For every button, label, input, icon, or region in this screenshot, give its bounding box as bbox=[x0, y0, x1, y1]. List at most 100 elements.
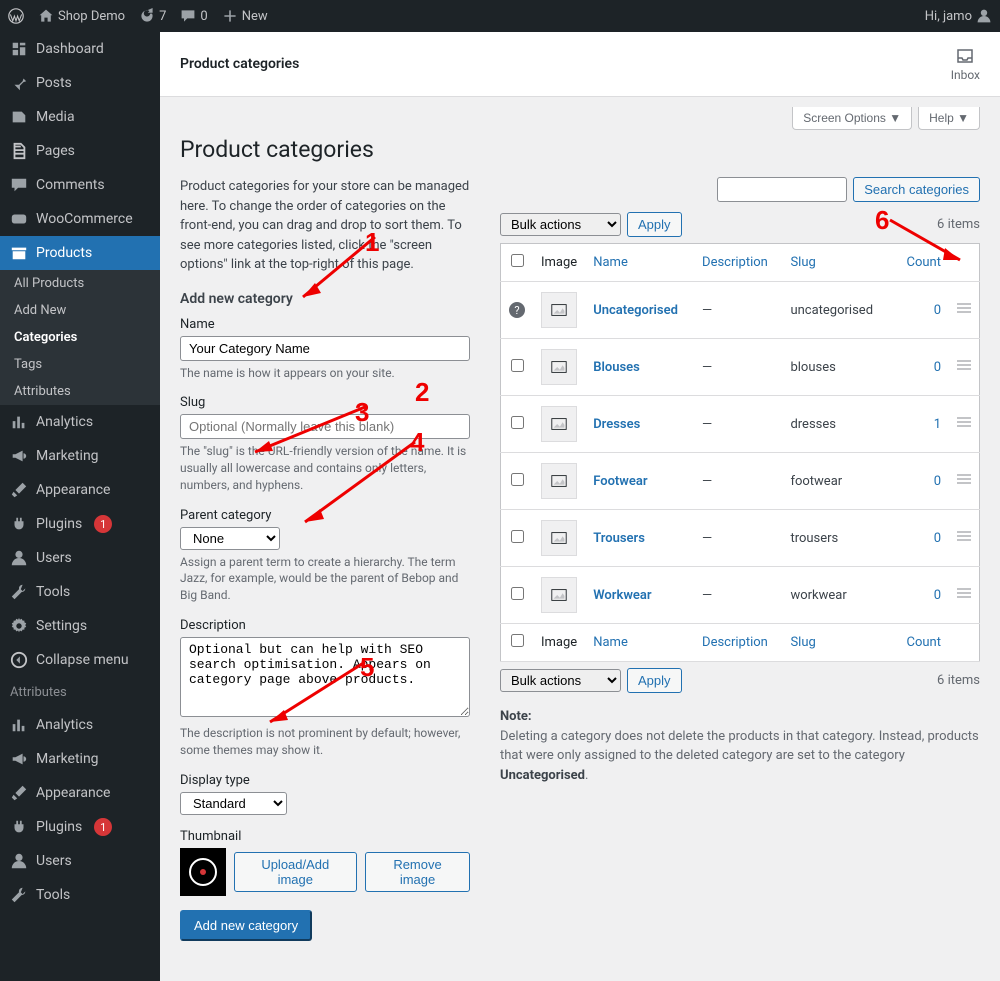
row-checkbox[interactable] bbox=[511, 530, 524, 543]
sidebar-item-tools[interactable]: Tools bbox=[0, 878, 160, 912]
site-link[interactable]: Shop Demo bbox=[38, 8, 125, 24]
sidebar-subitem-categories[interactable]: Categories bbox=[0, 324, 160, 351]
apply-button-bottom[interactable]: Apply bbox=[627, 668, 682, 693]
search-categories-button[interactable]: Search categories bbox=[853, 177, 980, 202]
category-name-link[interactable]: Workwear bbox=[593, 588, 651, 603]
display-type-select[interactable]: Standard bbox=[180, 792, 287, 815]
sidebar-item-analytics[interactable]: Analytics bbox=[0, 708, 160, 742]
category-count-link[interactable]: 1 bbox=[934, 417, 941, 432]
drag-handle-icon[interactable] bbox=[957, 415, 971, 429]
comments-link[interactable]: 0 bbox=[180, 8, 207, 24]
sidebar-item-appearance[interactable]: Appearance bbox=[0, 776, 160, 810]
sidebar-item-plugins[interactable]: Plugins1 bbox=[0, 810, 160, 844]
sidebar-item-label: Users bbox=[36, 853, 72, 869]
col-count[interactable]: Count bbox=[889, 244, 949, 282]
help-toggle[interactable]: Help ▼ bbox=[918, 107, 980, 130]
woo-icon bbox=[10, 210, 28, 228]
col-name[interactable]: Name bbox=[585, 244, 694, 282]
remove-image-button[interactable]: Remove image bbox=[365, 852, 470, 892]
category-name-link[interactable]: Footwear bbox=[593, 474, 647, 489]
sidebar-item-posts[interactable]: Posts bbox=[0, 66, 160, 100]
category-slug: footwear bbox=[782, 453, 889, 510]
sidebar-item-tools[interactable]: Tools bbox=[0, 575, 160, 609]
search-input[interactable] bbox=[717, 177, 847, 202]
slug-input[interactable] bbox=[180, 414, 470, 439]
category-name-link[interactable]: Dresses bbox=[593, 417, 640, 432]
screen-options-toggle[interactable]: Screen Options ▼ bbox=[792, 107, 912, 130]
category-count-link[interactable]: 0 bbox=[934, 474, 941, 489]
row-checkbox[interactable] bbox=[511, 359, 524, 372]
sidebar-item-dashboard[interactable]: Dashboard bbox=[0, 32, 160, 66]
row-checkbox[interactable] bbox=[511, 587, 524, 600]
new-link[interactable]: New bbox=[222, 8, 268, 24]
add-category-heading: Add new category bbox=[180, 291, 470, 307]
sidebar-item-appearance[interactable]: Appearance bbox=[0, 473, 160, 507]
category-count-link[interactable]: 0 bbox=[934, 531, 941, 546]
parent-select[interactable]: None bbox=[180, 527, 280, 550]
brush-icon bbox=[10, 481, 28, 499]
plug-icon bbox=[10, 515, 28, 533]
description-textarea[interactable]: Optional but can help with SEO search op… bbox=[180, 637, 470, 717]
sidebar-item-collapse-menu[interactable]: Collapse menu bbox=[0, 643, 160, 677]
drag-handle-icon[interactable] bbox=[957, 586, 971, 600]
help-icon[interactable]: ? bbox=[509, 302, 525, 318]
col-description[interactable]: Description bbox=[694, 244, 782, 282]
table-row: Footwear—footwear0 bbox=[501, 453, 980, 510]
row-checkbox[interactable] bbox=[511, 473, 524, 486]
account-link[interactable]: Hi, jamo bbox=[925, 8, 992, 24]
name-input[interactable] bbox=[180, 336, 470, 361]
wp-logo[interactable] bbox=[8, 8, 24, 24]
sidebar-subitem-tags[interactable]: Tags bbox=[0, 351, 160, 378]
thumbnail-label: Thumbnail bbox=[180, 829, 470, 844]
sidebar-item-pages[interactable]: Pages bbox=[0, 134, 160, 168]
thumbnail-placeholder bbox=[541, 520, 577, 556]
category-name-link[interactable]: Blouses bbox=[593, 360, 640, 375]
sidebar-item-marketing[interactable]: Marketing bbox=[0, 439, 160, 473]
sidebar-item-woocommerce[interactable]: WooCommerce bbox=[0, 202, 160, 236]
row-checkbox[interactable] bbox=[511, 416, 524, 429]
sidebar-item-users[interactable]: Users bbox=[0, 844, 160, 878]
sidebar-item-plugins[interactable]: Plugins1 bbox=[0, 507, 160, 541]
sidebar-item-products[interactable]: Products bbox=[0, 236, 160, 270]
sidebar-item-marketing[interactable]: Marketing bbox=[0, 742, 160, 776]
admin-toolbar: Shop Demo 7 0 New Hi, jamo bbox=[0, 0, 1000, 32]
drag-handle-icon[interactable] bbox=[957, 472, 971, 486]
sidebar-item-analytics[interactable]: Analytics bbox=[0, 405, 160, 439]
sidebar-item-comments[interactable]: Comments bbox=[0, 168, 160, 202]
sidebar-subitem-all-products[interactable]: All Products bbox=[0, 270, 160, 297]
updates-link[interactable]: 7 bbox=[139, 8, 166, 24]
drag-handle-icon[interactable] bbox=[957, 358, 971, 372]
upload-image-button[interactable]: Upload/Add image bbox=[234, 852, 358, 892]
col-slug[interactable]: Slug bbox=[782, 244, 889, 282]
apply-button-top[interactable]: Apply bbox=[627, 212, 682, 237]
sidebar-subitem-add-new[interactable]: Add New bbox=[0, 297, 160, 324]
drag-handle-icon[interactable] bbox=[957, 301, 971, 315]
sidebar-subitem-attributes[interactable]: Attributes bbox=[0, 378, 160, 405]
category-description: — bbox=[694, 339, 782, 396]
select-all-bottom[interactable] bbox=[511, 634, 524, 647]
category-name-link[interactable]: Trousers bbox=[593, 531, 645, 546]
arrow-icon bbox=[160, 312, 170, 356]
inbox-button[interactable]: Inbox bbox=[951, 46, 980, 82]
bulk-actions-select-top[interactable]: Bulk actions bbox=[500, 213, 621, 236]
category-slug: workwear bbox=[782, 567, 889, 624]
add-category-button[interactable]: Add new category bbox=[180, 910, 312, 941]
sidebar-item-media[interactable]: Media bbox=[0, 100, 160, 134]
sidebar-item-settings[interactable]: Settings bbox=[0, 609, 160, 643]
admin-sidebar: DashboardPostsMediaPagesCommentsWooComme… bbox=[0, 32, 160, 981]
category-count-link[interactable]: 0 bbox=[934, 360, 941, 375]
chart-icon bbox=[10, 413, 28, 431]
category-slug: uncategorised bbox=[782, 282, 889, 339]
media-icon bbox=[10, 108, 28, 126]
drag-handle-icon[interactable] bbox=[957, 529, 971, 543]
chart-icon bbox=[10, 716, 28, 734]
megaphone-icon bbox=[10, 447, 28, 465]
select-all-top[interactable] bbox=[511, 254, 524, 267]
category-count-link[interactable]: 0 bbox=[934, 303, 941, 318]
category-name-link[interactable]: Uncategorised bbox=[593, 303, 678, 318]
sidebar-item-users[interactable]: Users bbox=[0, 541, 160, 575]
sidebar-item-label: Analytics bbox=[36, 414, 93, 430]
bulk-actions-select-bottom[interactable]: Bulk actions bbox=[500, 669, 621, 692]
category-count-link[interactable]: 0 bbox=[934, 588, 941, 603]
sidebar-item-label: Appearance bbox=[36, 482, 110, 498]
